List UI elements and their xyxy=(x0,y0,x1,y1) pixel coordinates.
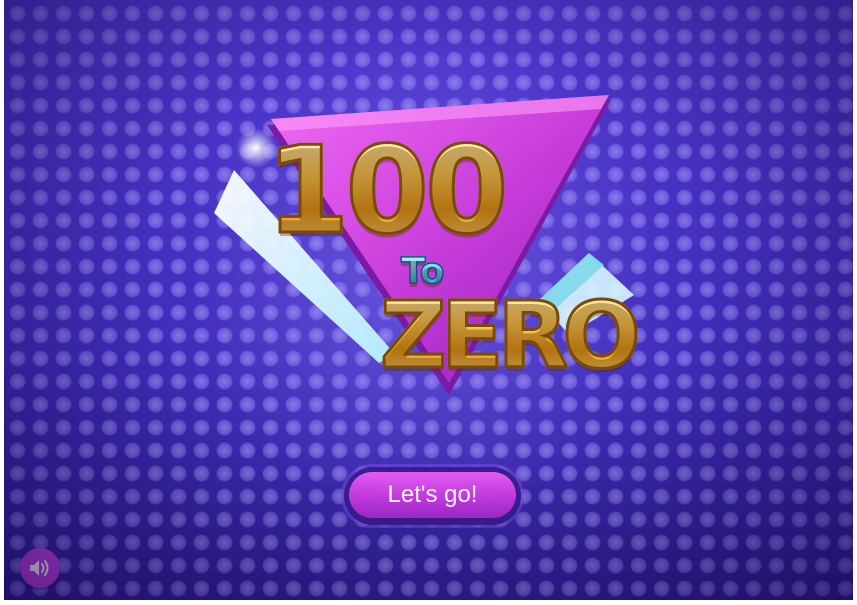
speaker-volume-icon xyxy=(30,560,49,576)
logo-number-text: 100 xyxy=(265,122,510,261)
game-stage: 100 To ZERO Let's go! xyxy=(4,0,853,600)
start-button-frame: Let's go! xyxy=(344,467,521,525)
lets-go-button[interactable]: Let's go! xyxy=(349,472,516,518)
logo-word-text: ZERO xyxy=(379,282,643,389)
sound-toggle-button[interactable] xyxy=(20,548,60,588)
